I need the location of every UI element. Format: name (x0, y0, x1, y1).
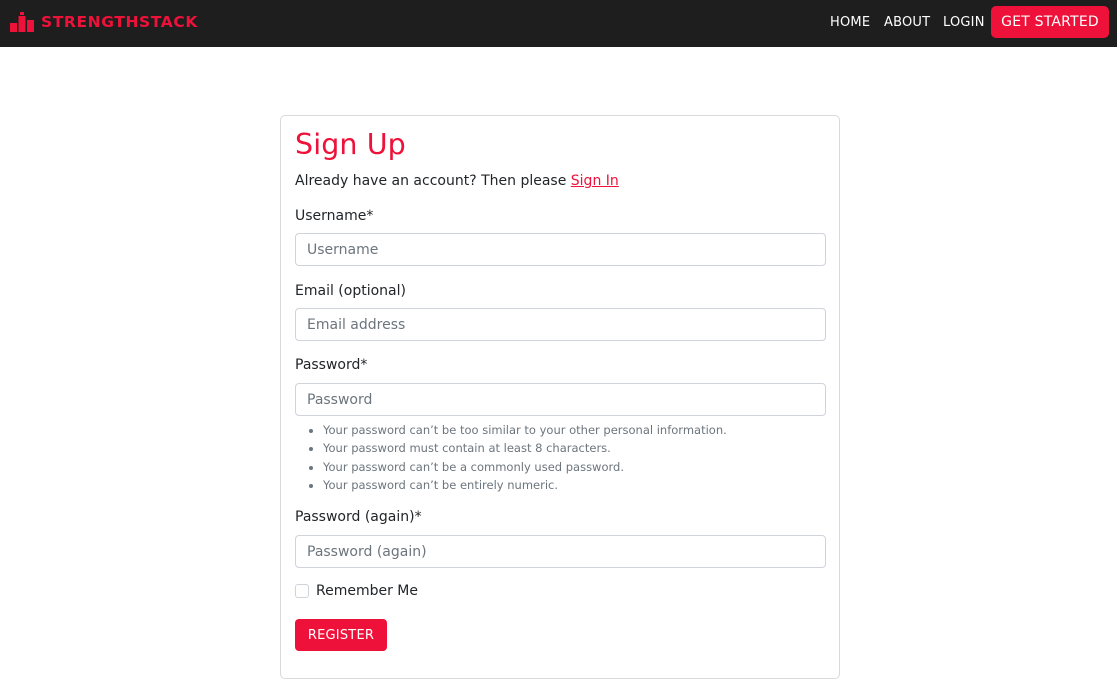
password-help-item: Your password can’t be entirely numeric. (323, 476, 727, 494)
nav-login-link[interactable]: LOGIN (943, 15, 985, 30)
nav-about-link[interactable]: ABOUT (884, 15, 930, 30)
password-help-item: Your password can’t be a commonly used p… (323, 458, 727, 476)
remember-me: Remember Me (295, 583, 418, 599)
username-input[interactable] (295, 233, 826, 266)
password-help-list: Your password can’t be too similar to yo… (323, 421, 727, 494)
signin-prompt: Already have an account? Then please Sig… (295, 173, 619, 189)
email-label: Email (optional) (295, 283, 406, 299)
register-button[interactable]: REGISTER (295, 619, 387, 651)
signin-link[interactable]: Sign In (571, 173, 619, 189)
remember-me-checkbox[interactable] (295, 584, 309, 598)
password-help-item: Your password can’t be too similar to yo… (323, 421, 727, 439)
signin-prompt-text: Already have an account? Then please (295, 173, 571, 189)
signup-card: Sign Up Already have an account? Then pl… (280, 115, 840, 679)
get-started-button[interactable]: GET STARTED (991, 6, 1109, 38)
brand-link[interactable]: STRENGTHSTACK (10, 10, 198, 34)
email-input[interactable] (295, 308, 826, 341)
remember-me-label[interactable]: Remember Me (316, 583, 418, 599)
password-again-input[interactable] (295, 535, 826, 568)
podium-icon (10, 12, 34, 32)
navbar: STRENGTHSTACK HOME ABOUT LOGIN GET START… (0, 0, 1117, 47)
username-label: Username* (295, 208, 374, 224)
password-help-item: Your password must contain at least 8 ch… (323, 439, 727, 457)
brand-name: STRENGTHSTACK (41, 13, 198, 31)
page-title: Sign Up (295, 128, 406, 161)
password-again-label: Password (again)* (295, 509, 422, 525)
password-input[interactable] (295, 383, 826, 416)
password-label: Password* (295, 357, 368, 373)
nav-home-link[interactable]: HOME (830, 15, 870, 30)
